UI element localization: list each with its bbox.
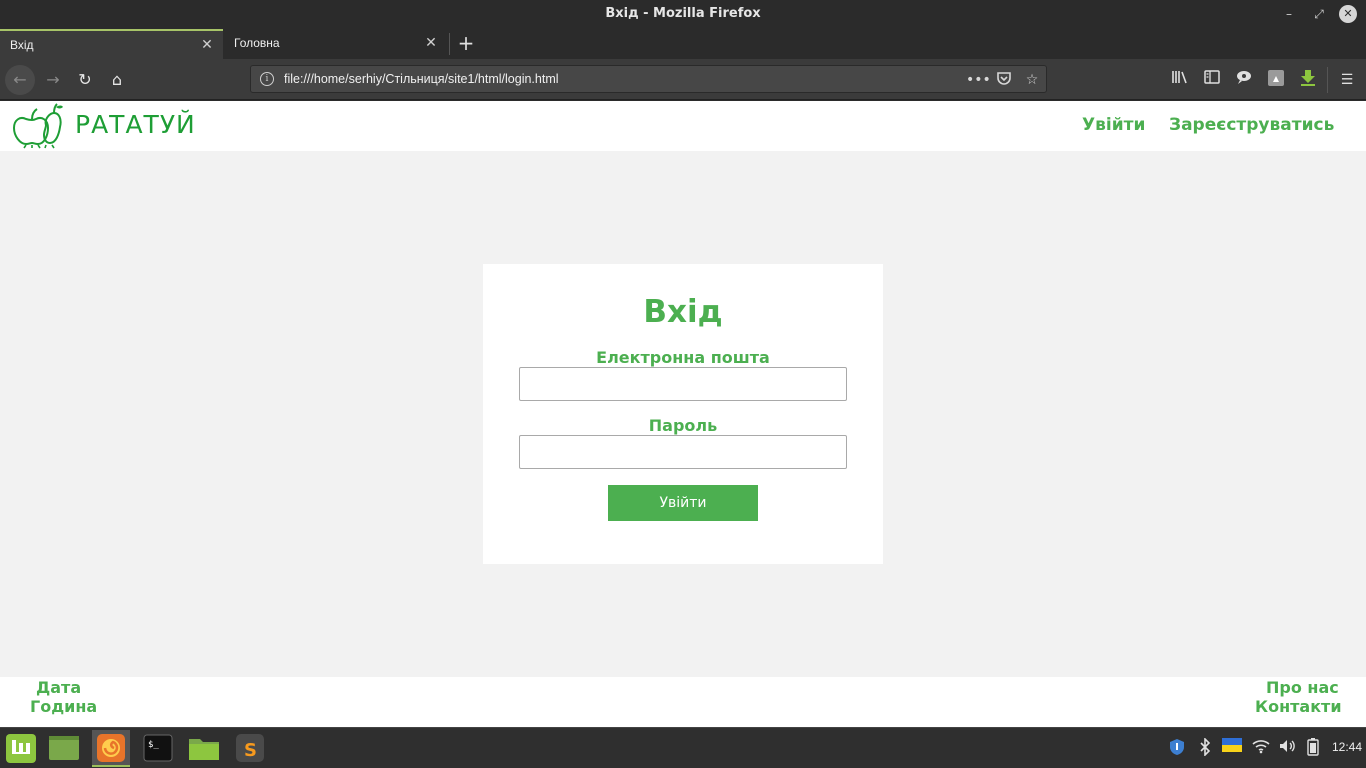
extension-icon[interactable] [1233,69,1255,91]
keyboard-layout-flag-icon[interactable] [1222,738,1242,758]
battery-icon[interactable] [1303,738,1323,758]
taskbar-clock[interactable]: 12:44 [1332,740,1362,754]
password-field[interactable] [519,435,847,469]
tab-close-icon[interactable]: ✕ [423,35,439,51]
header-login-link[interactable]: Увійти [1082,115,1145,135]
header-register-link[interactable]: Зареєструватись [1169,115,1334,135]
reload-icon[interactable]: ↻ [70,65,100,95]
login-card: Вхід Електронна пошта Пароль Увійти [483,264,883,564]
password-label: Пароль [648,416,718,435]
tab-divider [449,33,450,55]
email-field[interactable] [519,367,847,401]
firefox-taskbar-icon[interactable] [92,730,130,767]
tab-label: Головна [234,36,280,50]
sidebar-icon[interactable] [1201,69,1223,91]
footer-about-link[interactable]: Про нас [1266,678,1339,697]
wifi-icon[interactable] [1251,738,1271,758]
shield-icon[interactable] [1167,738,1187,758]
download-icon[interactable] [1297,69,1319,91]
url-text[interactable]: file:///home/serhiy/Стільниця/site1/html… [284,72,559,86]
menu-icon[interactable]: ☰ [1336,69,1358,91]
tab-label: Вхід [10,38,34,52]
site-brand[interactable]: РАТАТУЙ [75,110,196,139]
close-window-icon[interactable]: ✕ [1339,5,1357,23]
svg-text:$_: $_ [148,740,159,750]
site-footer: Дата Година Про нас Контакти [0,677,1366,727]
forward-icon[interactable]: → [38,65,68,95]
tab-bar: Вхід ✕ Головна ✕ [0,29,1366,59]
start-menu-icon[interactable] [2,730,40,767]
show-desktop-icon[interactable] [45,730,83,767]
svg-text:S: S [244,740,257,761]
minimize-icon[interactable]: – [1280,5,1298,23]
bookmark-star-icon[interactable]: ☆ [1022,70,1042,90]
tab-login[interactable]: Вхід ✕ [0,29,223,59]
files-taskbar-icon[interactable] [185,730,223,767]
site-info-icon[interactable]: i [260,72,274,86]
window-titlebar: Вхід - Mozilla Firefox – ⤢ ✕ [0,0,1366,29]
tab-close-icon[interactable]: ✕ [199,37,215,53]
back-icon[interactable]: ← [5,65,35,95]
sublime-text-taskbar-icon[interactable]: S [231,730,269,767]
volume-icon[interactable] [1277,738,1297,758]
web-page: РАТАТУЙ Увійти Зареєструватись Вхід Елек… [0,101,1366,727]
more-actions-icon[interactable]: ••• [966,70,991,90]
home-icon[interactable]: ⌂ [102,65,132,95]
bluetooth-icon[interactable] [1195,737,1215,758]
email-label: Електронна пошта [596,348,770,367]
footer-date: Дата [36,678,82,697]
navigation-toolbar: ← → ↻ ⌂ i file:///home/serhiy/Стільниця/… [0,59,1366,100]
logo-icon[interactable] [12,101,64,149]
login-submit-button[interactable]: Увійти [608,485,758,521]
screenshot-icon[interactable] [1265,69,1287,91]
os-taskbar: $_ S 12:44 [0,727,1366,768]
footer-contacts-link[interactable]: Контакти [1255,697,1342,716]
window-title: Вхід - Mozilla Firefox [605,6,761,21]
maximize-icon[interactable]: ⤢ [1310,5,1328,23]
new-tab-icon[interactable]: + [455,32,477,54]
url-bar[interactable]: i file:///home/serhiy/Стільниця/site1/ht… [250,65,1047,93]
site-header: РАТАТУЙ Увійти Зареєструватись [0,101,1366,151]
terminal-taskbar-icon[interactable]: $_ [139,730,177,767]
toolbar-divider [1327,67,1328,93]
tab-home[interactable]: Головна ✕ [224,29,447,59]
footer-time: Година [30,697,98,716]
library-icon[interactable] [1169,69,1191,91]
pocket-icon[interactable] [994,70,1014,90]
login-title: Вхід [643,294,723,330]
